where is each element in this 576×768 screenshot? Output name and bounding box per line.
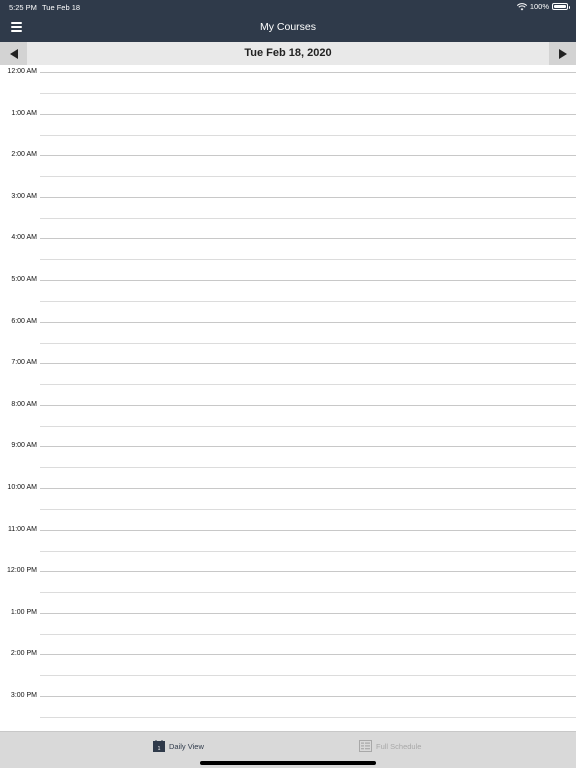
status-time: 5:25 PM bbox=[9, 3, 37, 12]
half-hour-divider bbox=[40, 134, 576, 136]
tab-daily-view-label: Daily View bbox=[169, 741, 204, 751]
hour-label: 8:00 AM bbox=[11, 400, 37, 408]
hour-row[interactable]: 7:00 AM bbox=[0, 356, 576, 398]
battery-percent: 100% bbox=[529, 2, 549, 11]
next-day-button[interactable] bbox=[549, 42, 576, 65]
hour-label: 4:00 AM bbox=[11, 234, 37, 242]
hour-divider bbox=[40, 72, 576, 73]
hour-divider bbox=[40, 488, 576, 489]
hour-row[interactable]: 1:00 AM bbox=[0, 107, 576, 149]
half-hour-divider bbox=[40, 217, 576, 219]
hour-row[interactable]: 12:00 PM bbox=[0, 564, 576, 606]
half-hour-divider bbox=[40, 592, 576, 594]
hour-label: 1:00 PM bbox=[10, 608, 37, 616]
svg-text:1: 1 bbox=[158, 746, 161, 752]
schedule-list-icon bbox=[359, 740, 372, 752]
tab-full-schedule[interactable]: Full Schedule bbox=[359, 740, 421, 752]
calendar-icon: 1 bbox=[153, 740, 165, 752]
hour-label: 9:00 AM bbox=[11, 442, 37, 450]
day-schedule[interactable]: 12:00 AM 1:00 AM 2:00 AM 3:00 AM 4:00 AM 5:00… bbox=[0, 65, 576, 731]
date-navigator: Tue Feb 18, 2020 bbox=[0, 42, 576, 65]
hour-label: 7:00 AM bbox=[11, 359, 37, 367]
hour-row[interactable]: 12:00 AM bbox=[0, 65, 576, 107]
half-hour-divider bbox=[40, 675, 576, 677]
half-hour-divider bbox=[40, 301, 576, 302]
hour-row[interactable]: 6:00 AM bbox=[0, 315, 576, 357]
half-hour-divider bbox=[40, 176, 576, 178]
hour-divider bbox=[40, 113, 576, 115]
hour-label: 3:00 PM bbox=[10, 692, 37, 699]
hour-divider bbox=[40, 446, 576, 448]
hour-divider bbox=[40, 696, 576, 697]
half-hour-divider bbox=[40, 425, 576, 427]
hour-divider bbox=[40, 571, 576, 573]
wifi-icon bbox=[516, 2, 527, 10]
hour-row[interactable]: 4:00 AM bbox=[0, 231, 576, 273]
hour-row[interactable]: 9:00 AM bbox=[0, 439, 576, 481]
half-hour-divider bbox=[40, 384, 576, 386]
battery-icon bbox=[552, 3, 570, 10]
hour-divider bbox=[40, 404, 576, 406]
current-date: Tue Feb 18, 2020 bbox=[244, 47, 332, 59]
hour-divider bbox=[40, 529, 576, 531]
hour-divider bbox=[40, 612, 576, 614]
hour-label: 1:00 AM bbox=[11, 109, 37, 117]
half-hour-divider bbox=[40, 633, 576, 635]
arrow-right-icon bbox=[558, 48, 567, 59]
nav-bar: My Courses bbox=[0, 14, 576, 42]
hour-divider bbox=[40, 238, 576, 240]
hour-label: 2:00 PM bbox=[10, 650, 37, 658]
half-hour-divider bbox=[40, 467, 576, 469]
hour-row[interactable]: 1:00 PM bbox=[0, 606, 576, 648]
hour-divider bbox=[40, 280, 576, 281]
hour-label: 6:00 AM bbox=[11, 317, 37, 325]
hour-divider bbox=[40, 321, 576, 323]
half-hour-divider bbox=[40, 717, 576, 718]
status-right: 100% bbox=[516, 2, 570, 11]
hour-row[interactable]: 8:00 AM bbox=[0, 398, 576, 440]
hour-row[interactable]: 5:00 AM bbox=[0, 273, 576, 315]
hour-row[interactable]: 11:00 AM bbox=[0, 523, 576, 565]
hour-row[interactable]: 3:00 PM bbox=[0, 689, 576, 731]
half-hour-divider bbox=[40, 259, 576, 261]
hour-divider bbox=[40, 155, 576, 157]
hour-label: 2:00 AM bbox=[11, 151, 37, 159]
hour-label: 12:00 PM bbox=[7, 567, 37, 575]
hour-row[interactable]: 2:00 AM bbox=[0, 148, 576, 190]
hour-label: 12:00 AM bbox=[7, 68, 37, 75]
hour-label: 5:00 AM bbox=[11, 276, 37, 283]
hour-divider bbox=[40, 196, 576, 198]
page-title: My Courses bbox=[259, 21, 316, 33]
tab-bar: 1 Daily View Full Schedule bbox=[0, 731, 576, 768]
half-hour-divider bbox=[40, 509, 576, 510]
half-hour-divider bbox=[40, 550, 576, 552]
status-date: Tue Feb 18 bbox=[42, 3, 81, 12]
half-hour-divider bbox=[40, 93, 576, 94]
tab-full-schedule-label: Full Schedule bbox=[376, 741, 422, 751]
hour-divider bbox=[40, 654, 576, 656]
tab-daily-view[interactable]: 1 Daily View bbox=[153, 740, 204, 752]
hour-label: 10:00 AM bbox=[7, 484, 37, 491]
hour-row[interactable]: 3:00 AM bbox=[0, 190, 576, 232]
hour-row[interactable]: 2:00 PM bbox=[0, 647, 576, 689]
hour-divider bbox=[40, 363, 576, 365]
hour-label: 11:00 AM bbox=[7, 525, 37, 533]
hour-row[interactable]: 10:00 AM bbox=[0, 481, 576, 523]
status-bar: 5:25 PM Tue Feb 18 100% bbox=[0, 0, 576, 14]
hour-label: 3:00 AM bbox=[11, 192, 37, 200]
half-hour-divider bbox=[40, 342, 576, 344]
home-indicator bbox=[200, 761, 376, 765]
